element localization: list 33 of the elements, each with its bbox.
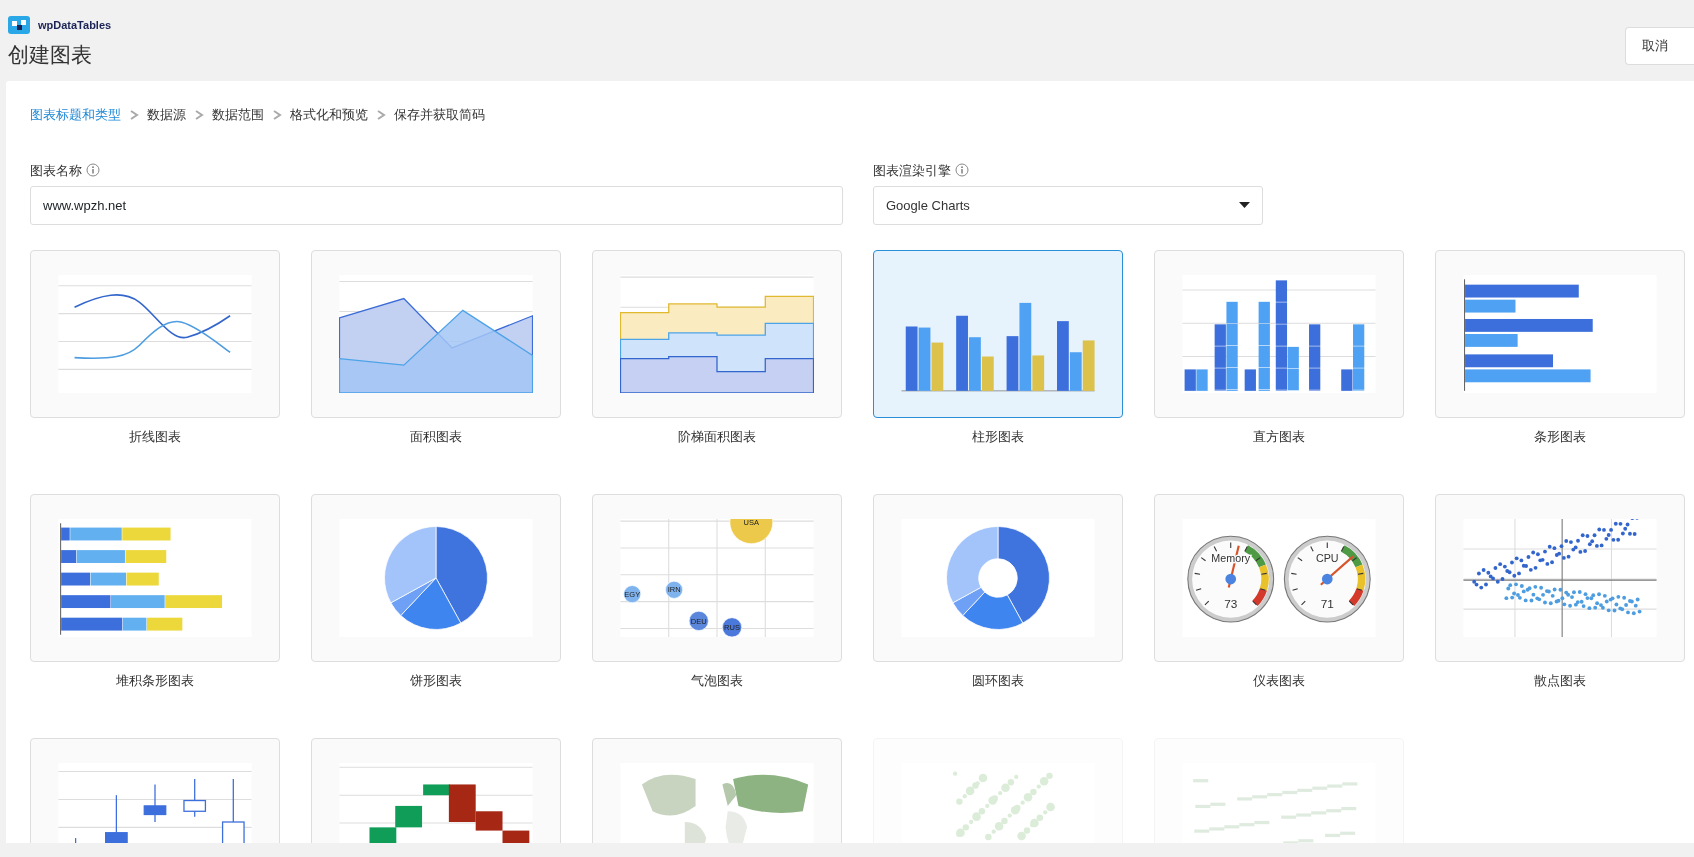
bubble-label: RUS xyxy=(724,623,740,633)
bubble-label: IRN xyxy=(667,585,681,595)
step-link[interactable]: 数据源 xyxy=(147,105,186,125)
bubble-label: DEU xyxy=(690,616,707,626)
field-label: 图表名称 xyxy=(30,161,82,180)
chart-type-label: 仪表图表 xyxy=(1253,672,1305,691)
step-link[interactable]: 格式化和预览 xyxy=(290,105,368,125)
chart-type-label: 直方图表 xyxy=(1253,428,1305,447)
step-link[interactable]: 数据范围 xyxy=(212,105,264,125)
step-link[interactable]: 图表标题和类型 xyxy=(30,105,121,125)
bubble-label: EGY xyxy=(624,589,641,599)
chart-type-label: 气泡图表 xyxy=(691,672,743,691)
chart-name-field[interactable]: www.wpzh.net xyxy=(30,186,843,226)
chart-type-label: 折线图表 xyxy=(129,428,181,447)
chart-type-label: 条形图表 xyxy=(1534,428,1586,447)
gauge-label: CPU xyxy=(1315,552,1339,565)
chart-type-card[interactable]: USA EGY IRN DEU RUS xyxy=(592,494,842,663)
page-title: 创建图表 xyxy=(8,42,93,68)
chart-type-label: 面积图表 xyxy=(410,428,462,447)
chart-type-label: 散点图表 xyxy=(1534,672,1586,691)
chart-type-label: 饼形图表 xyxy=(410,672,462,691)
cancel-button[interactable]: 取消 xyxy=(1625,27,1694,66)
app-name: wpDataTables xyxy=(38,17,112,33)
chart-type-label: 阶梯面积图表 xyxy=(678,428,756,447)
gauge-value: 73 xyxy=(1224,597,1238,612)
step-link[interactable]: 保存并获取简码 xyxy=(394,105,485,125)
gauge-value: 71 xyxy=(1320,597,1334,612)
render-engine-dropdown[interactable]: Google Charts xyxy=(873,186,1263,226)
chart-type-label: 堆积条形图表 xyxy=(116,672,194,691)
bubble-label: USA xyxy=(743,519,760,528)
chart-type-label: 圆环图表 xyxy=(972,672,1024,691)
field-label: 图表渲染引擎 xyxy=(873,161,951,180)
chart-type-label: 柱形图表 xyxy=(972,428,1024,447)
